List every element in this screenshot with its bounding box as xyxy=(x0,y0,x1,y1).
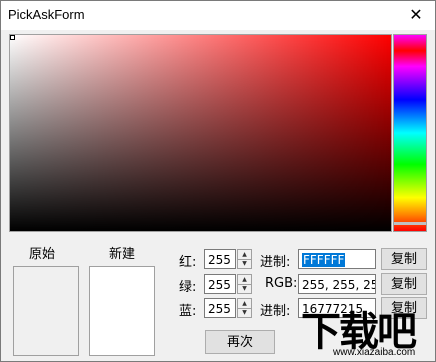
again-button[interactable]: 再次 xyxy=(205,330,275,354)
green-label: 绿: xyxy=(179,280,197,295)
red-input[interactable]: 255 xyxy=(204,249,236,269)
green-input[interactable]: 255 xyxy=(204,274,236,294)
red-label: 红: xyxy=(179,255,197,270)
saturation-value-picker[interactable] xyxy=(9,34,392,232)
rgb-label: RGB: xyxy=(265,276,298,291)
hue-slider-marker[interactable] xyxy=(394,222,426,225)
copy-rgb-button[interactable]: 复制 xyxy=(381,273,427,295)
hex-field[interactable]: FFFFFF xyxy=(298,249,376,269)
title-bar: PickAskForm ✕ xyxy=(1,1,435,30)
blue-input[interactable]: 255 xyxy=(204,298,236,318)
red-spinner[interactable]: ▲ ▼ xyxy=(237,249,252,269)
dec-label: 进制: xyxy=(260,304,291,319)
copy-hex-button[interactable]: 复制 xyxy=(381,248,427,270)
original-label: 原始 xyxy=(29,247,56,262)
picker-black-gradient xyxy=(10,35,391,231)
green-spinner[interactable]: ▲ ▼ xyxy=(237,274,252,294)
original-color-swatch xyxy=(13,266,79,356)
spin-down-icon[interactable]: ▼ xyxy=(238,308,251,317)
spin-down-icon[interactable]: ▼ xyxy=(238,284,251,293)
new-label: 新建 xyxy=(109,247,136,262)
rgb-field[interactable]: 255, 255, 255 xyxy=(298,274,376,294)
close-icon[interactable]: ✕ xyxy=(405,5,427,25)
watermark-url: www.xiazaiba.com xyxy=(333,347,416,358)
pick-ask-form-window: PickAskForm ✕ 原始 新建 红: 255 ▲ ▼ 绿: 255 ▲ … xyxy=(0,0,436,362)
blue-label: 蓝: xyxy=(179,304,197,319)
hue-slider[interactable] xyxy=(393,34,427,232)
hex-label: 进制: xyxy=(260,255,291,270)
new-color-swatch xyxy=(89,266,155,356)
spin-down-icon[interactable]: ▼ xyxy=(238,259,251,268)
blue-spinner[interactable]: ▲ ▼ xyxy=(237,298,252,318)
window-title: PickAskForm xyxy=(8,7,85,22)
watermark-logo: 下载吧 www.xiazaiba.com xyxy=(301,299,435,361)
hex-value: FFFFFF xyxy=(302,253,346,267)
picker-cursor[interactable] xyxy=(10,35,15,40)
